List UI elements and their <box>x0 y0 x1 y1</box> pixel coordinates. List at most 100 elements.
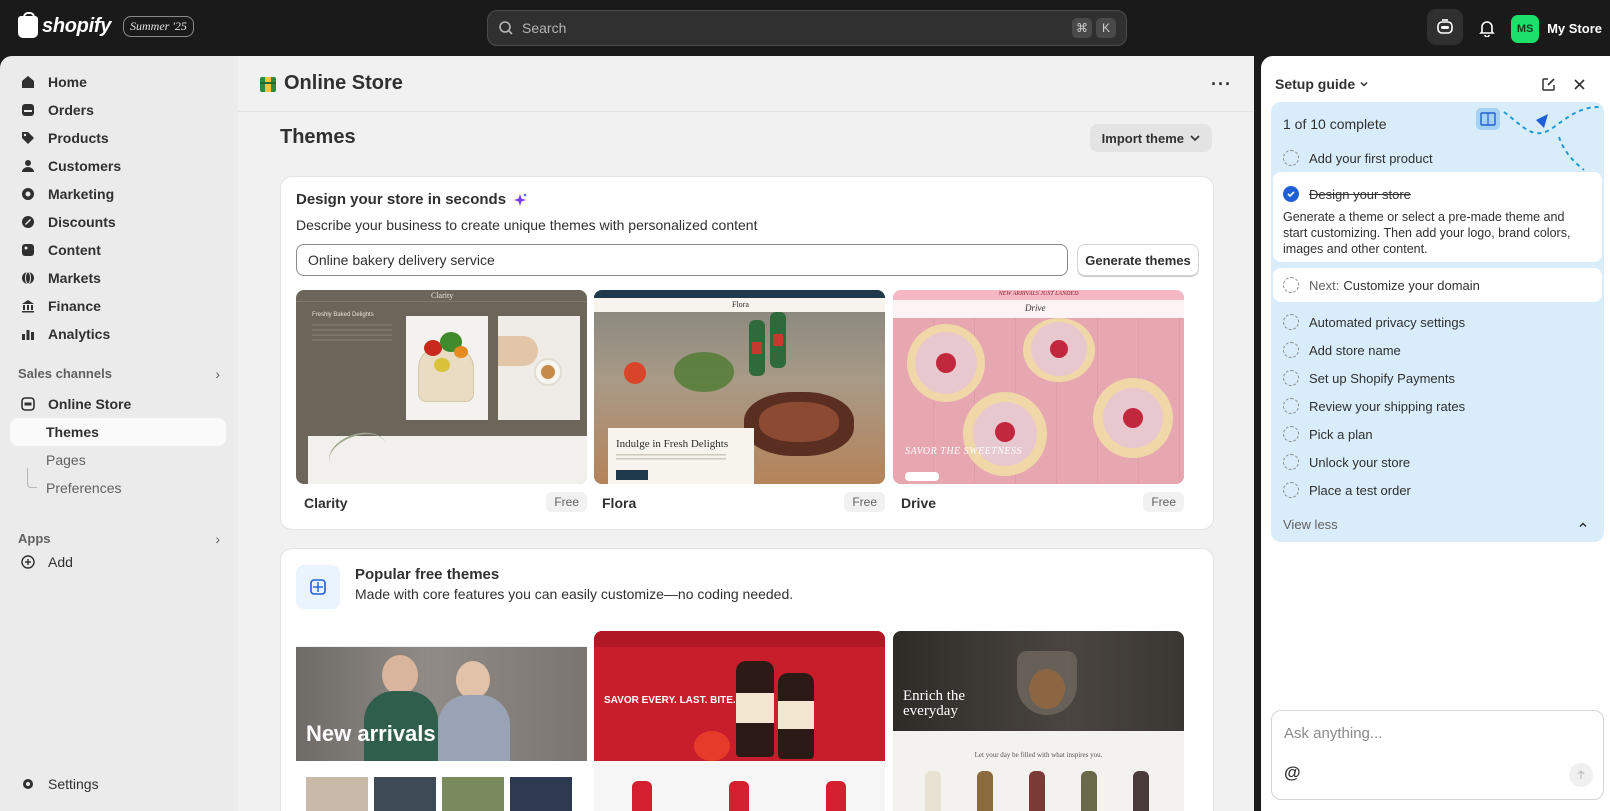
theme-card-flora[interactable]: Flora Indulge in Fresh Delights Flora Fr… <box>594 290 885 512</box>
popular-theme-preview-1[interactable]: New arrivals <box>296 631 587 811</box>
step-incomplete-icon[interactable] <box>1283 150 1299 166</box>
sidebar-item-discounts[interactable]: Discounts <box>10 208 226 236</box>
setup-guide-dropdown[interactable]: Setup guide <box>1275 76 1369 92</box>
step-incomplete-icon[interactable] <box>1283 482 1299 498</box>
setup-step[interactable]: Set up Shopify Payments <box>1283 368 1455 388</box>
chevron-right-icon[interactable]: › <box>215 531 220 547</box>
step-incomplete-icon[interactable] <box>1283 277 1299 293</box>
ask-input-placeholder[interactable]: Ask anything... <box>1284 725 1382 742</box>
sidebar-item-finance[interactable]: Finance <box>10 292 226 320</box>
sidebar-item-online-store[interactable]: Online Store <box>10 390 226 418</box>
preview-announcement-bar: NEW ARRIVALS JUST LANDED <box>893 290 1184 300</box>
search-icon <box>499 21 513 35</box>
sidebar-item-analytics[interactable]: Analytics <box>10 320 226 348</box>
check-circle-icon[interactable] <box>1283 186 1299 202</box>
sidebar-item-pages[interactable]: Pages <box>10 446 226 474</box>
setup-step[interactable]: Add your first product <box>1283 148 1433 168</box>
setup-step[interactable]: Pick a plan <box>1283 424 1373 444</box>
notifications-button[interactable] <box>1477 19 1497 39</box>
preview-coffee-image <box>498 316 580 420</box>
setup-step-next[interactable]: Next: Customize your domain <box>1283 275 1480 295</box>
theme-preview-clarity[interactable]: Clarity Freshly Baked Delights <box>296 290 587 484</box>
online-store-icon <box>20 396 36 412</box>
design-card-title: Design your store in seconds <box>296 191 528 208</box>
close-icon[interactable] <box>1569 74 1589 94</box>
step-incomplete-icon[interactable] <box>1283 398 1299 414</box>
preview-cupcake-image <box>893 318 1184 484</box>
more-actions-icon[interactable]: ··· <box>1211 74 1232 95</box>
step-label: Customize your domain <box>1343 277 1480 293</box>
sidebar-item-label: Analytics <box>48 326 111 342</box>
sidebar-item-label: Markets <box>48 270 101 286</box>
shopify-logo[interactable]: shopify Summer '25 <box>18 11 194 38</box>
view-less-link[interactable]: View less <box>1283 517 1338 532</box>
edition-badge[interactable]: Summer '25 <box>123 16 194 37</box>
next-step-card[interactable]: Next: Customize your domain <box>1273 268 1602 302</box>
preview-heading: Indulge in Fresh Delights <box>616 438 729 450</box>
ask-anything-box[interactable]: Ask anything... @ <box>1271 710 1604 800</box>
expanded-step-card: Design your store Generate a theme or se… <box>1273 172 1602 262</box>
chevron-down-icon <box>1360 81 1368 87</box>
setup-step[interactable]: Add store name <box>1283 340 1401 360</box>
sidebar-item-label: Products <box>48 130 109 146</box>
themes-heading: Themes <box>280 126 356 148</box>
preview-navbar: Drive <box>893 300 1184 318</box>
sidebar-item-settings[interactable]: Settings <box>10 770 226 798</box>
mention-icon[interactable]: @ <box>1284 763 1301 783</box>
step-incomplete-icon[interactable] <box>1283 426 1299 442</box>
sidebar-item-markets[interactable]: Markets <box>10 264 226 292</box>
preview-body-lines <box>312 324 392 344</box>
sidebar-item-preferences[interactable]: Preferences <box>10 474 226 502</box>
setup-step[interactable]: Automated privacy settings <box>1283 312 1465 332</box>
sidebar-item-marketing[interactable]: Marketing <box>10 180 226 208</box>
search-bar[interactable]: Search ⌘ K <box>487 10 1127 46</box>
setup-step[interactable]: Place a test order <box>1283 480 1411 500</box>
compose-icon[interactable] <box>1538 74 1558 94</box>
next-prefix: Next: <box>1309 277 1340 293</box>
step-incomplete-icon[interactable] <box>1283 314 1299 330</box>
design-card-title-text: Design your store in seconds <box>296 191 507 208</box>
setup-step[interactable]: Review your shipping rates <box>1283 396 1465 416</box>
sidebar-item-themes[interactable]: Themes <box>10 418 226 446</box>
generate-themes-button[interactable]: Generate themes <box>1077 244 1199 276</box>
store-avatar[interactable]: MS <box>1511 14 1540 43</box>
theme-card-clarity[interactable]: Clarity Freshly Baked Delights Clarity F… <box>296 290 587 512</box>
plus-circle-icon <box>20 554 36 570</box>
setup-step-done[interactable]: Design your store <box>1283 184 1411 204</box>
popular-themes-icon <box>296 565 340 609</box>
sidebar-item-label: Add <box>48 554 73 570</box>
popular-themes-description: Made with core features you can easily c… <box>355 586 794 602</box>
chevron-right-icon[interactable]: › <box>215 366 220 382</box>
apps-label[interactable]: Apps <box>18 531 51 546</box>
setup-step[interactable]: Unlock your store <box>1283 452 1410 472</box>
preview-announcement-bar <box>594 290 885 298</box>
chevron-down-icon <box>1190 135 1200 142</box>
chevron-up-icon[interactable] <box>1578 520 1588 530</box>
step-incomplete-icon[interactable] <box>1283 454 1299 470</box>
theme-card-drive[interactable]: NEW ARRIVALS JUST LANDED Drive SAVOR THE… <box>893 290 1184 512</box>
step-label: Automated privacy settings <box>1309 314 1466 330</box>
sidebar-item-customers[interactable]: Customers <box>10 152 226 180</box>
theme-preview-drive[interactable]: NEW ARRIVALS JUST LANDED Drive SAVOR THE… <box>893 290 1184 484</box>
step-label: Add your first product <box>1309 150 1433 166</box>
import-theme-button[interactable]: Import theme <box>1089 124 1212 152</box>
business-description-input[interactable]: Online bakery delivery service <box>296 244 1068 276</box>
step-incomplete-icon[interactable] <box>1283 342 1299 358</box>
sidebar-item-content[interactable]: Content <box>10 236 226 264</box>
sidebar-item-products[interactable]: Products <box>10 124 226 152</box>
sales-channels-label[interactable]: Sales channels <box>18 366 112 381</box>
popular-theme-preview-3[interactable]: Enrich the everyday Let your day be fill… <box>893 631 1184 811</box>
sidebar-item-add[interactable]: Add <box>10 548 226 576</box>
preview-heading: SAVOR THE SWEETNESS <box>905 446 1023 457</box>
send-button[interactable] <box>1569 763 1593 787</box>
design-store-card: Design your store in seconds Describe yo… <box>280 176 1214 530</box>
sidebar-item-orders[interactable]: Orders <box>10 96 226 124</box>
popular-theme-preview-2[interactable]: SAVOR EVERY. LAST. BITE. <box>594 631 885 811</box>
store-name[interactable]: My Store <box>1547 21 1602 36</box>
preview-brand: Drive <box>1025 303 1046 313</box>
sidekick-button[interactable] <box>1427 9 1464 45</box>
preview-navbar <box>594 631 885 647</box>
sidebar-item-home[interactable]: Home <box>10 68 226 96</box>
theme-preview-flora[interactable]: Flora Indulge in Fresh Delights <box>594 290 885 484</box>
step-incomplete-icon[interactable] <box>1283 370 1299 386</box>
